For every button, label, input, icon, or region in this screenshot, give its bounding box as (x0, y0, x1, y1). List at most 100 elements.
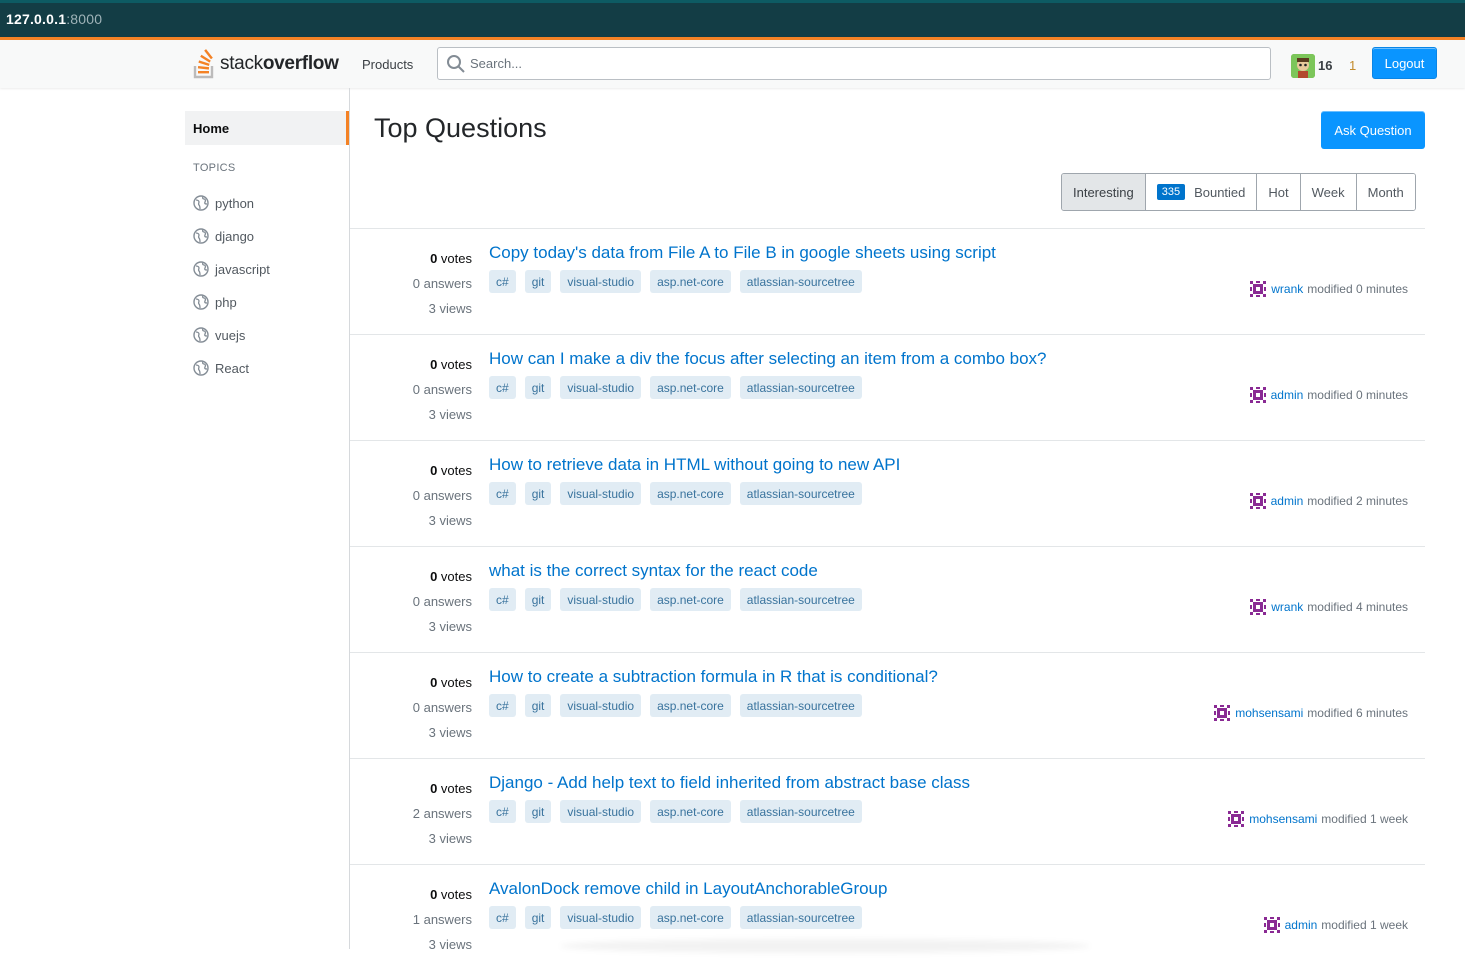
tab-bountied[interactable]: 335 Bountied (1144, 174, 1257, 210)
question-title-link[interactable]: How to retrieve data in HTML without goi… (489, 455, 900, 475)
tag-aspnetcore[interactable]: asp.net-core (650, 482, 731, 505)
tag-visualstudio[interactable]: visual-studio (560, 588, 642, 611)
view-count: 3 views (428, 301, 472, 316)
author-link[interactable]: admin (1271, 494, 1304, 508)
question-title-link[interactable]: what is the correct syntax for the react… (489, 561, 818, 581)
author-link[interactable]: wrank (1271, 282, 1303, 296)
question-tags: c# git visual-studio asp.net-core atlassian-… (489, 482, 871, 505)
topic-label: javascript (215, 261, 270, 277)
identicon-icon (1250, 599, 1267, 615)
tag-aspnetcore[interactable]: asp.net-core (650, 906, 731, 929)
tab-interesting-label: Interesting (1073, 184, 1134, 200)
url-text[interactable]: 127.0.0.1:8000 (6, 11, 102, 27)
globe-icon (193, 261, 209, 277)
author-link[interactable]: mohsensami (1235, 706, 1303, 720)
tab-interesting[interactable]: Interesting (1062, 174, 1145, 210)
tag-visualstudio[interactable]: visual-studio (560, 906, 642, 929)
search-input[interactable] (470, 48, 1250, 79)
tab-week[interactable]: Week (1299, 174, 1356, 210)
top-navbar: stackoverflow Products 16 1 Logout (0, 37, 1465, 88)
bronze-badge-count[interactable]: 1 (1349, 58, 1356, 73)
tag-git[interactable]: git (524, 800, 552, 823)
tag-aspnetcore[interactable]: asp.net-core (650, 376, 731, 399)
logo-text: stackoverflow (220, 53, 339, 74)
bounty-count-badge: 335 (1156, 184, 1186, 200)
tag-aspnetcore[interactable]: asp.net-core (650, 588, 731, 611)
vote-count: 0 votes (430, 251, 472, 266)
tab-hot[interactable]: Hot (1256, 174, 1300, 210)
sidebar-item-topic[interactable]: django (193, 225, 254, 247)
tag-atlassiansourcetree[interactable]: atlassian-sourcetree (739, 694, 862, 717)
tab-month[interactable]: Month (1355, 174, 1415, 210)
author-link[interactable]: wrank (1271, 600, 1303, 614)
tag-atlassiansourcetree[interactable]: atlassian-sourcetree (739, 800, 862, 823)
view-count: 3 views (428, 619, 472, 634)
question-stats: 0 votes 0 answers 3 views (413, 458, 472, 533)
ask-question-button[interactable]: Ask Question (1321, 111, 1425, 149)
globe-icon (193, 228, 209, 244)
search-box[interactable] (437, 47, 1271, 80)
author-link[interactable]: admin (1271, 388, 1304, 402)
author-link[interactable]: mohsensami (1249, 812, 1317, 826)
tag-git[interactable]: git (524, 906, 552, 929)
answer-count: 1 answers (412, 912, 472, 927)
tag-visualstudio[interactable]: visual-studio (560, 376, 642, 399)
question-tags: c# git visual-studio asp.net-core atlassian-… (489, 588, 871, 611)
tab-bountied-label: Bountied (1194, 184, 1246, 200)
left-sidebar: Home TOPICS python django javascript php vue… (0, 88, 350, 949)
sidebar-item-topic[interactable]: vuejs (193, 324, 245, 346)
view-count: 3 views (428, 937, 472, 952)
tag-git[interactable]: git (524, 694, 552, 717)
tag-atlassiansourcetree[interactable]: atlassian-sourcetree (739, 906, 862, 929)
tag-aspnetcore[interactable]: asp.net-core (650, 270, 731, 293)
tag-atlassiansourcetree[interactable]: atlassian-sourcetree (739, 482, 862, 505)
tag-visualstudio[interactable]: visual-studio (560, 800, 642, 823)
sidebar-item-topic[interactable]: python (193, 192, 254, 214)
tag-atlassiansourcetree[interactable]: atlassian-sourcetree (739, 270, 862, 293)
tab-month-label: Month (1367, 184, 1404, 200)
user-avatar[interactable] (1291, 54, 1315, 78)
topic-label: php (215, 294, 237, 310)
tag-c[interactable]: c# (489, 270, 516, 293)
tag-aspnetcore[interactable]: asp.net-core (650, 800, 731, 823)
tag-git[interactable]: git (524, 270, 552, 293)
tag-visualstudio[interactable]: visual-studio (560, 694, 642, 717)
sidebar-item-topic[interactable]: javascript (193, 258, 270, 280)
reputation-count[interactable]: 16 (1318, 58, 1332, 73)
tag-visualstudio[interactable]: visual-studio (560, 270, 642, 293)
question-summary: 0 votes 0 answers 3 views what is the corre… (350, 546, 1425, 652)
tag-c[interactable]: c# (489, 588, 516, 611)
products-menu[interactable]: Products (352, 51, 423, 78)
tag-git[interactable]: git (524, 588, 552, 611)
globe-icon (193, 327, 209, 343)
author-link[interactable]: admin (1285, 918, 1318, 932)
question-title-link[interactable]: How can I make a div the focus after sel… (489, 349, 1047, 369)
tag-git[interactable]: git (524, 482, 552, 505)
site-logo[interactable]: stackoverflow (192, 48, 339, 80)
sidebar-item-topic[interactable]: React (193, 357, 249, 379)
question-summary: 0 votes 1 answers 3 views AvalonDock remove… (350, 864, 1425, 970)
sidebar-item-topic[interactable]: php (193, 291, 237, 313)
question-title-link[interactable]: How to create a subtraction formula in R… (489, 667, 938, 687)
answer-count: 0 answers (412, 488, 472, 503)
tab-week-label: Week (1311, 184, 1345, 200)
tag-c[interactable]: c# (489, 482, 516, 505)
tab-hot-label: Hot (1268, 184, 1289, 200)
view-count: 3 views (428, 407, 472, 422)
tag-atlassiansourcetree[interactable]: atlassian-sourcetree (739, 376, 862, 399)
tag-c[interactable]: c# (489, 800, 516, 823)
tag-git[interactable]: git (524, 376, 552, 399)
question-title-link[interactable]: Django - Add help text to field inherite… (489, 773, 970, 793)
browser-url-bar[interactable]: 127.0.0.1:8000 (0, 0, 1465, 37)
tag-c[interactable]: c# (489, 906, 516, 929)
tag-visualstudio[interactable]: visual-studio (560, 482, 642, 505)
sidebar-item-home[interactable]: Home (185, 111, 349, 145)
tag-c[interactable]: c# (489, 376, 516, 399)
logout-button[interactable]: Logout (1372, 47, 1437, 79)
tag-aspnetcore[interactable]: asp.net-core (650, 694, 731, 717)
question-title-link[interactable]: Copy today's data from File A to File B … (489, 243, 996, 263)
tag-c[interactable]: c# (489, 694, 516, 717)
question-title-link[interactable]: AvalonDock remove child in LayoutAnchora… (489, 879, 887, 899)
question-tags: c# git visual-studio asp.net-core atlassian-… (489, 694, 871, 717)
tag-atlassiansourcetree[interactable]: atlassian-sourcetree (739, 588, 862, 611)
